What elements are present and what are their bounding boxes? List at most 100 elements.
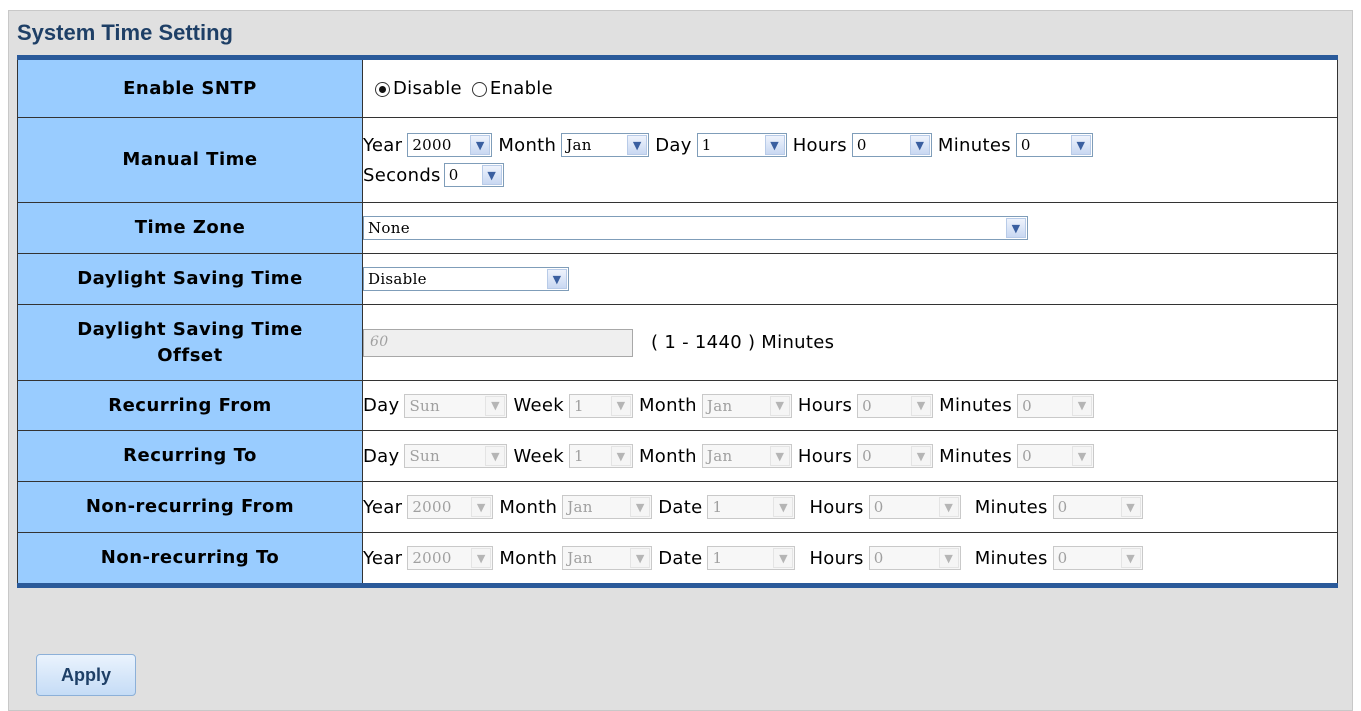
chevron-down-icon: ▼ [1072,446,1093,466]
chevron-down-icon: ▼ [911,395,932,416]
chevron-down-icon: ▼ [938,497,959,517]
rt-hours-select[interactable]: 0 ▼ [857,444,934,468]
rf-day-value: Sun [409,396,440,415]
value-recurring-from: Day Sun ▼ Week 1 ▼ Month Jan ▼ Hours 0 ▼ Min… [362,380,1338,431]
label-dst-offset: Daylight Saving Time Offset [17,304,363,381]
value-nonrecurring-from: Year 2000 ▼ Month Jan ▼ Date 1 ▼ Hours 0 ▼ M… [362,481,1338,533]
nf-minutes-value: 0 [1057,498,1068,516]
label-time-zone: Time Zone [17,202,363,254]
row-nonrecurring-from: Non-recurring From Year 2000 ▼ Month Jan ▼… [17,481,1338,533]
rt-month-select[interactable]: Jan ▼ [701,444,792,468]
manual-day-value: 1 [701,136,712,154]
manual-month-select[interactable]: Jan ▼ [561,133,650,157]
radio-enable[interactable]: Enable [471,78,553,99]
day-label: Day [363,445,400,467]
nt-hours-value: 0 [873,549,884,567]
radio-enable-label: Enable [489,78,553,99]
manual-seconds-select[interactable]: 0 ▼ [443,163,504,187]
manual-minutes-value: 0 [1020,136,1031,154]
nt-minutes-select[interactable]: 0 ▼ [1052,546,1143,570]
manual-hours-value: 0 [856,136,867,154]
rf-month-value: Jan [706,396,733,415]
rf-hours-select[interactable]: 0 ▼ [857,393,934,418]
row-recurring-to: Recurring To Day Sun ▼ Week 1 ▼ Month Jan ▼… [17,430,1338,482]
value-dst: Disable ▼ [362,253,1338,305]
rf-month-select[interactable]: Jan ▼ [701,393,792,418]
label-recurring-to: Recurring To [17,430,363,482]
date-label: Date [658,496,703,518]
manual-day-select[interactable]: 1 ▼ [696,133,787,157]
nt-month-select[interactable]: Jan ▼ [562,546,653,570]
page-title: System Time Setting [17,20,233,45]
label-dst: Daylight Saving Time [17,253,363,305]
manual-seconds-value: 0 [448,166,459,184]
rf-minutes-select[interactable]: 0 ▼ [1017,393,1095,418]
radio-icon [375,81,390,97]
row-manual-time: Manual Time Year 2000 ▼ Month Jan ▼ Day 1 ▼… [17,117,1338,203]
rt-minutes-select[interactable]: 0 ▼ [1017,444,1095,468]
minutes-label: Minutes [939,445,1013,467]
chevron-down-icon: ▼ [471,497,492,517]
week-label: Week [513,395,564,416]
manual-hours-select[interactable]: 0 ▼ [851,133,932,157]
nt-date-select[interactable]: 1 ▼ [707,546,796,570]
nt-year-select[interactable]: 2000 ▼ [407,546,494,570]
chevron-down-icon: ▼ [470,135,491,155]
month-label: Month [638,395,697,416]
time-zone-value: None [368,219,410,237]
hours-label: Hours [797,395,853,416]
row-dst-offset: Daylight Saving Time Offset 60 ( 1 - 144… [17,304,1338,381]
rf-week-select[interactable]: 1 ▼ [568,393,633,418]
time-zone-select[interactable]: None ▼ [363,216,1028,240]
dst-select[interactable]: Disable ▼ [363,267,569,291]
rt-day-select[interactable]: Sun ▼ [404,444,508,468]
value-time-zone: None ▼ [362,202,1338,254]
date-label: Date [658,547,703,569]
chevron-down-icon: ▼ [773,548,794,568]
chevron-down-icon: ▼ [764,135,785,155]
rf-day-select[interactable]: Sun ▼ [404,393,508,418]
chevron-down-icon: ▼ [630,497,651,517]
nf-year-select[interactable]: 2000 ▼ [407,495,494,519]
manual-year-select[interactable]: 2000 ▼ [407,133,493,157]
seconds-label: Seconds [363,164,441,186]
rt-week-select[interactable]: 1 ▼ [568,444,633,468]
row-dst: Daylight Saving Time Disable ▼ [17,253,1338,305]
manual-minutes-select[interactable]: 0 ▼ [1015,133,1093,157]
apply-button[interactable]: Apply [36,654,136,696]
nt-date-value: 1 [712,549,723,567]
label-nonrecurring-from: Non-recurring From [17,481,363,533]
nf-month-select[interactable]: Jan ▼ [562,495,653,519]
nt-hours-select[interactable]: 0 ▼ [868,546,961,570]
label-enable-sntp: Enable SNTP [17,57,363,118]
radio-disable[interactable]: Disable [375,78,462,99]
rf-hours-value: 0 [862,396,872,415]
hours-label: Hours [809,547,864,569]
rt-minutes-value: 0 [1022,447,1032,465]
row-recurring-from: Recurring From Day Sun ▼ Week 1 ▼ Month Ja… [17,380,1338,431]
value-recurring-to: Day Sun ▼ Week 1 ▼ Month Jan ▼ Hours 0 ▼ Min… [362,430,1338,482]
radio-disable-label: Disable [393,78,462,99]
nt-minutes-value: 0 [1057,549,1068,567]
chevron-down-icon: ▼ [909,135,930,155]
label-nonrecurring-to: Non-recurring To [17,532,363,586]
chevron-down-icon: ▼ [1070,135,1091,155]
nt-month-value: Jan [567,549,593,567]
chevron-down-icon: ▼ [547,269,567,289]
day-label: Day [655,134,692,156]
row-enable-sntp: Enable SNTP Disable Enable [17,57,1338,118]
month-label: Month [499,547,558,569]
nf-date-select[interactable]: 1 ▼ [707,495,796,519]
chevron-down-icon: ▼ [1006,218,1026,238]
nf-month-value: Jan [567,498,593,516]
value-enable-sntp: Disable Enable [362,57,1338,118]
nf-date-value: 1 [712,498,723,516]
nf-hours-select[interactable]: 0 ▼ [868,495,961,519]
row-nonrecurring-to: Non-recurring To Year 2000 ▼ Month Jan ▼ D… [17,532,1338,586]
chevron-down-icon: ▼ [938,548,959,568]
rf-week-value: 1 [573,396,584,415]
nf-minutes-select[interactable]: 0 ▼ [1052,495,1143,519]
dst-offset-input[interactable]: 60 [363,328,633,357]
row-time-zone: Time Zone None ▼ [17,202,1338,254]
year-label: Year [363,547,403,569]
